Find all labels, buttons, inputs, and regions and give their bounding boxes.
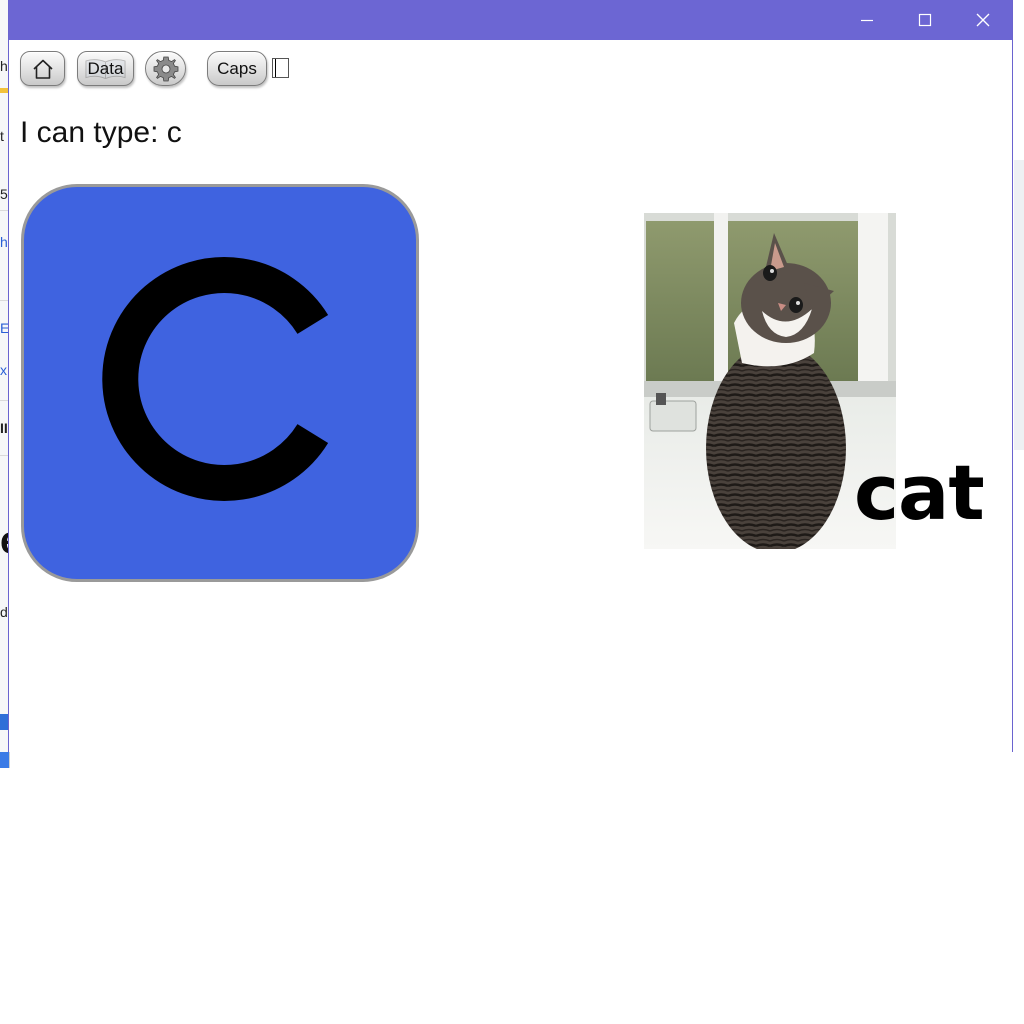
- typed-status: I can type: c: [20, 116, 182, 149]
- gear-icon: [153, 56, 178, 81]
- letter-glyph: [102, 257, 329, 501]
- close-button[interactable]: [954, 0, 1012, 40]
- background-text-fragment: d: [0, 604, 8, 620]
- background-link-fragment: x: [0, 362, 7, 378]
- minimize-button[interactable]: [838, 0, 896, 40]
- maximize-icon: [918, 13, 932, 27]
- minimize-icon: [861, 19, 873, 22]
- caps-button[interactable]: Caps: [207, 51, 267, 86]
- app-window: Data Caps I can type: c cat: [8, 0, 1013, 752]
- background-taskbar: [0, 752, 9, 768]
- home-icon: [32, 59, 53, 79]
- text-cursor: [275, 59, 276, 77]
- data-button-label: Data: [87, 58, 124, 78]
- settings-button[interactable]: [145, 51, 186, 86]
- close-icon: [976, 13, 990, 27]
- background-window-edge: [1012, 40, 1024, 752]
- background-panel: [1014, 160, 1024, 450]
- background-link-fragment: h: [0, 234, 8, 250]
- background-text-fragment: II: [0, 420, 8, 436]
- picture-word: cat: [854, 448, 985, 537]
- background-text-fragment: 5: [0, 186, 8, 202]
- data-button[interactable]: Data: [77, 51, 134, 86]
- letter-card: [21, 184, 419, 582]
- caps-button-label: Caps: [217, 58, 257, 78]
- desktop: h t 5 h E x II e d: [0, 0, 1024, 1024]
- background-text-fragment: h: [0, 58, 8, 74]
- maximize-button[interactable]: [896, 0, 954, 40]
- titlebar: [9, 0, 1012, 40]
- background-text-fragment: t: [0, 128, 4, 144]
- home-button[interactable]: [20, 51, 65, 86]
